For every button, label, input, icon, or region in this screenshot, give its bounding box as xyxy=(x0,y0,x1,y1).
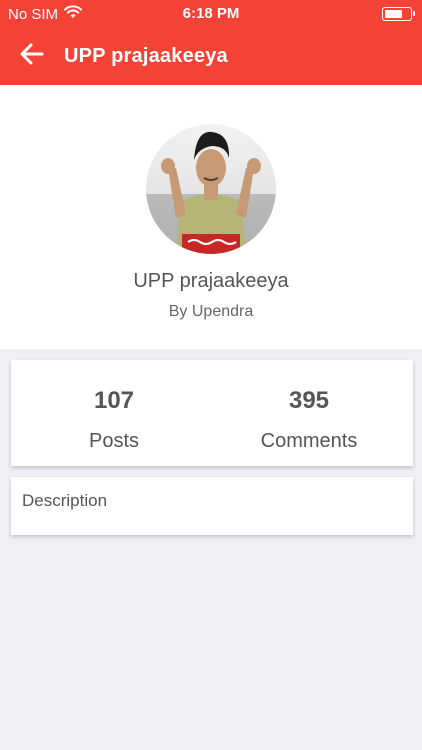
back-arrow-icon xyxy=(20,43,44,70)
stats-card: 107 Posts 395 Comments xyxy=(11,360,413,466)
status-time: 6:18 PM xyxy=(182,5,240,22)
comments-count: 395 xyxy=(288,387,330,414)
page-title: UPP prajaakeeya xyxy=(64,45,228,67)
description-card[interactable]: Description xyxy=(11,477,413,535)
battery-level xyxy=(385,10,402,18)
avatar xyxy=(146,124,276,254)
navigation-bar: UPP prajaakeeya xyxy=(0,28,422,85)
profile-header: UPP prajaakeeya By Upendra xyxy=(0,85,422,349)
channel-name: UPP prajaakeeya xyxy=(133,270,289,292)
back-button[interactable] xyxy=(0,28,64,85)
posts-stat[interactable]: 107 Posts xyxy=(11,360,217,466)
description-label: Description xyxy=(22,491,108,510)
status-bar: No SIM 6:18 PM xyxy=(0,0,422,28)
posts-count: 107 xyxy=(93,387,135,414)
channel-author: By Upendra xyxy=(168,303,254,320)
posts-label: Posts xyxy=(88,430,140,452)
battery-icon xyxy=(382,7,415,21)
comments-label: Comments xyxy=(260,430,358,452)
comments-stat[interactable]: 395 Comments xyxy=(211,360,407,466)
